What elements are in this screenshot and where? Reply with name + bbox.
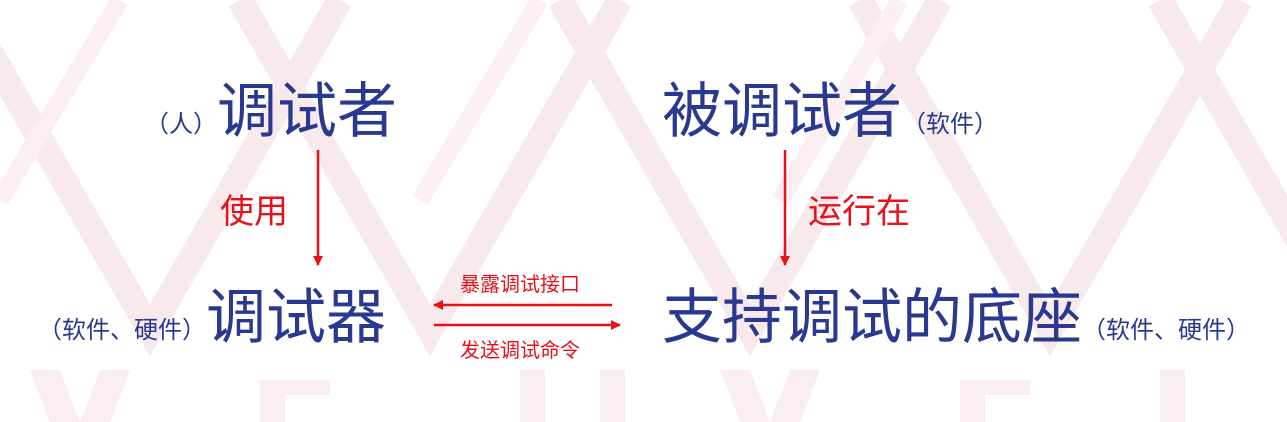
edge-label-expose-interface: 暴露调试接口 — [460, 272, 580, 296]
edge-label-send-commands: 发送调试命令 — [460, 338, 580, 362]
edge-arrows — [313, 150, 790, 330]
edge-label-runs-on: 运行在 — [808, 192, 910, 232]
diagram: （人）调试者 被调试者（软件） （软件、硬件）调试器 支持调试的底座（软件、硬件… — [0, 0, 1287, 422]
edge-label-use: 使用 — [220, 192, 288, 232]
